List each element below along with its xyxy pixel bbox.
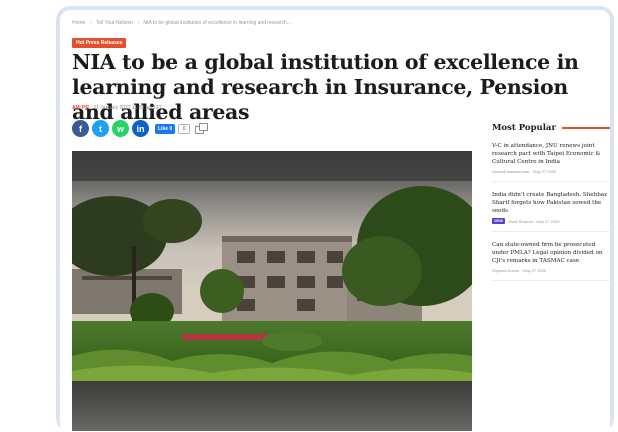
popular-item[interactable]: V-C in attendance, JNU renews joint rese… bbox=[492, 142, 610, 182]
popular-item-title[interactable]: Can state-owned firm be prosecuted under… bbox=[492, 241, 610, 265]
breadcrumb-separator: › bbox=[137, 20, 140, 26]
like-button[interactable]: Like 0 bbox=[155, 123, 176, 134]
breadcrumb: Home › Tell Your Netizen › NIA to be glo… bbox=[72, 20, 294, 26]
facebook-icon[interactable]: f bbox=[72, 120, 89, 137]
copy-link-icon[interactable] bbox=[195, 122, 209, 135]
popular-item-title[interactable]: V-C in attendance, JNU renews joint rese… bbox=[492, 142, 610, 166]
like-count: 0 bbox=[178, 123, 191, 134]
article-headline: NIA to be a global institution of excell… bbox=[72, 50, 579, 124]
share-bar: f t w in Like 0 0 bbox=[72, 120, 209, 137]
popular-item[interactable]: Can state-owned firm be prosecuted under… bbox=[492, 241, 610, 281]
twitter-icon[interactable]: t bbox=[92, 120, 109, 137]
popular-item-author-date: Sanhati Nandakumar · May 27 2025 bbox=[492, 169, 557, 174]
browser-frame: Home › Tell Your Netizen › NIA to be glo… bbox=[56, 6, 614, 432]
popular-item[interactable]: India didn't create Bangladesh. Shehbaz … bbox=[492, 191, 610, 232]
popular-item-author-date: Shyanta Kumar · May 27 2025 bbox=[492, 268, 547, 273]
breadcrumb-current: NIA to be global institution of excellen… bbox=[143, 20, 292, 26]
author-link[interactable]: ANI PR bbox=[72, 105, 89, 111]
view-pill: VIEW bbox=[492, 218, 505, 224]
hero-image bbox=[72, 151, 472, 431]
most-popular-title: Most Popular bbox=[492, 123, 556, 133]
breadcrumb-section[interactable]: Tell Your Netizen bbox=[96, 20, 133, 26]
whatsapp-icon[interactable]: w bbox=[112, 120, 129, 137]
popular-item-author-date: Vivek Sharma · May 27 2025 bbox=[507, 218, 560, 224]
breadcrumb-separator: › bbox=[89, 20, 92, 26]
popular-item-title[interactable]: India didn't create Bangladesh. Shehbaz … bbox=[492, 191, 610, 215]
article-page: Home › Tell Your Netizen › NIA to be glo… bbox=[60, 10, 610, 432]
publish-date: 21 January 2022 11:29 am IST bbox=[93, 105, 162, 111]
heading-rule bbox=[561, 127, 610, 129]
byline: ANI PR 21 January 2022 11:29 am IST bbox=[72, 105, 162, 111]
most-popular-sidebar: Most Popular V-C in attendance, JNU rene… bbox=[492, 123, 610, 281]
popular-item-meta: Sanhati Nandakumar · May 27 2025 bbox=[492, 169, 610, 174]
popular-item-meta: Shyanta Kumar · May 27 2025 bbox=[492, 268, 610, 273]
most-popular-heading: Most Popular bbox=[492, 123, 610, 133]
linkedin-icon[interactable]: in bbox=[132, 120, 149, 137]
category-tag[interactable]: Hot Press Releases bbox=[72, 38, 127, 48]
breadcrumb-home[interactable]: Home bbox=[72, 20, 85, 26]
popular-item-meta: VIEW Vivek Sharma · May 27 2025 bbox=[492, 218, 610, 224]
